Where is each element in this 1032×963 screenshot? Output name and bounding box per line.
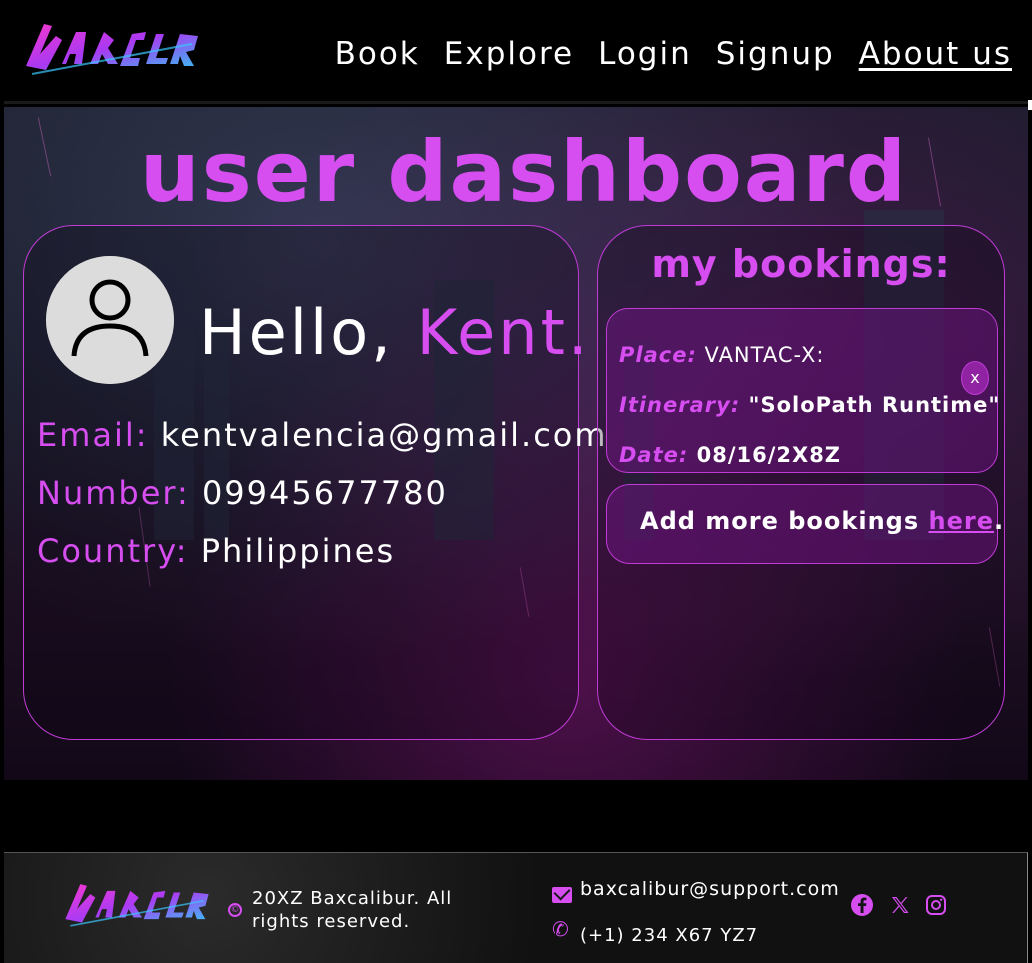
- footer: © 20XZ Baxcalibur. All rights reserved. …: [4, 852, 1028, 963]
- facebook-icon[interactable]: [850, 893, 874, 917]
- copyright-icon: ©: [228, 903, 242, 917]
- nav-signup[interactable]: Signup: [716, 36, 835, 72]
- support-phone[interactable]: (+1) 234 X67 YZ7: [580, 925, 758, 946]
- place-value: VANTAC-X:: [704, 343, 825, 367]
- date-value: 08/16/2X8Z: [696, 443, 842, 467]
- number-row: Number: 09945677780: [37, 474, 448, 512]
- number-value: 09945677780: [201, 474, 448, 512]
- greeting: Hello, Kent.: [199, 296, 591, 369]
- user-icon: [46, 256, 174, 384]
- itinerary-value: "SoloPath Runtime": [748, 393, 1001, 417]
- add-more-label: Add more bookings: [640, 507, 920, 535]
- email-label: Email:: [37, 416, 149, 454]
- user-profile-card: Hello, Kent. Email: kentvalencia@gmail.c…: [23, 225, 606, 740]
- place-label: Place:: [619, 343, 697, 367]
- nav-links: Book Explore Login Signup About us: [311, 36, 1012, 72]
- phone-icon: ✆: [552, 917, 569, 941]
- country-value: Philippines: [200, 532, 396, 570]
- nav-login[interactable]: Login: [598, 36, 692, 72]
- booking-place: Place: VANTAC-X:: [619, 343, 825, 367]
- user-name: Kent.: [416, 296, 591, 369]
- add-more-suffix: .: [994, 507, 1005, 535]
- nav-about-us[interactable]: About us: [859, 36, 1012, 72]
- date-label: Date:: [619, 443, 689, 467]
- email-row: Email: kentvalencia@gmail.com: [37, 416, 608, 454]
- add-more-link[interactable]: here: [929, 507, 994, 535]
- itinerary-label: Itinerary:: [619, 393, 741, 417]
- bookings-title: my bookings:: [651, 242, 951, 286]
- brand-logo[interactable]: [22, 14, 202, 84]
- email-value: kentvalencia@gmail.com: [160, 416, 608, 454]
- instagram-icon[interactable]: [924, 893, 948, 917]
- nav-explore[interactable]: Explore: [444, 36, 574, 72]
- dashboard-hero: user dashboard Hello, Kent. Email: kentv…: [4, 107, 1028, 780]
- booking-item: Place: VANTAC-X: Itinerary: "SoloPath Ru…: [606, 308, 1000, 473]
- page-title: user dashboard: [139, 123, 909, 221]
- add-more-bookings-box: Add more bookings here.: [606, 484, 1003, 564]
- country-row: Country: Philippines: [37, 532, 395, 570]
- nav-scroll-edge: [1028, 100, 1032, 110]
- greeting-text: Hello,: [199, 296, 394, 369]
- x-twitter-icon[interactable]: [888, 893, 912, 917]
- bookings-card: my bookings: Place: VANTAC-X: Itinerary:…: [597, 225, 1005, 740]
- envelope-icon: [552, 887, 572, 903]
- nav-book[interactable]: Book: [335, 36, 420, 72]
- support-email[interactable]: baxcalibur@support.com: [580, 878, 840, 900]
- booking-itinerary: Itinerary: "SoloPath Runtime": [619, 393, 1000, 417]
- copyright-text: 20XZ Baxcalibur. All rights reserved.: [252, 888, 453, 932]
- add-more-text: Add more bookings here.: [640, 507, 1004, 535]
- avatar: [46, 256, 174, 384]
- booking-date: Date: 08/16/2X8Z: [619, 443, 841, 467]
- remove-booking-button[interactable]: x: [961, 361, 989, 395]
- country-label: Country:: [37, 532, 189, 570]
- footer-logo[interactable]: [62, 875, 212, 935]
- top-navbar: Book Explore Login Signup About us: [4, 0, 1028, 104]
- number-label: Number:: [37, 474, 190, 512]
